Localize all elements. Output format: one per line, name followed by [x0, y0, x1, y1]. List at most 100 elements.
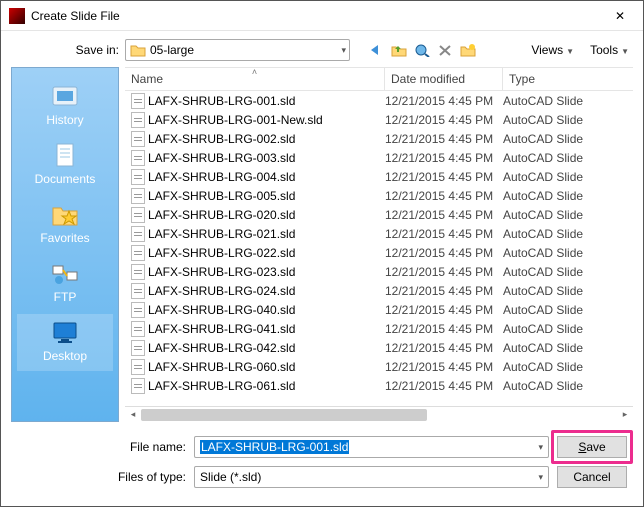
scroll-left-button[interactable]: ◂ — [125, 407, 141, 423]
file-row[interactable]: LAFX-SHRUB-LRG-060.sld12/21/2015 4:45 PM… — [125, 357, 633, 376]
places-history[interactable]: History — [17, 78, 112, 135]
filetype-label: Files of type: — [11, 470, 186, 484]
file-icon — [131, 321, 145, 337]
file-type: AutoCAD Slide — [503, 113, 633, 127]
file-icon — [131, 169, 145, 185]
file-row[interactable]: LAFX-SHRUB-LRG-042.sld12/21/2015 4:45 PM… — [125, 338, 633, 357]
toolbar-icons — [366, 40, 478, 60]
filetype-combo[interactable]: Slide (*.sld) ▾ — [194, 466, 549, 488]
views-menu[interactable]: Views▼ — [527, 41, 578, 59]
file-name: LAFX-SHRUB-LRG-001-New.sld — [148, 113, 323, 127]
file-row[interactable]: LAFX-SHRUB-LRG-002.sld 12/21/2015 4:45 PM… — [125, 129, 633, 148]
file-row[interactable]: LAFX-SHRUB-LRG-001-New.sld 12/21/2015 4:4… — [125, 110, 633, 129]
file-type: AutoCAD Slide — [503, 341, 633, 355]
save-button[interactable]: Save — [557, 436, 627, 458]
file-name: LAFX-SHRUB-LRG-023.sld — [148, 265, 295, 279]
top-row: Save in: 05-large ▾ Views▼ Tools▼ — [11, 37, 633, 67]
file-date: 12/21/2015 4:45 PM — [385, 189, 503, 203]
save-in-dropdown[interactable]: 05-large ▾ — [125, 39, 350, 61]
mid-row: History Documents Favorites FTP Desktop — [11, 67, 633, 422]
file-name: LAFX-SHRUB-LRG-060.sld — [148, 360, 295, 374]
file-row[interactable]: LAFX-SHRUB-LRG-023.sld12/21/2015 4:45 PM… — [125, 262, 633, 281]
new-folder-button[interactable] — [458, 40, 478, 60]
file-type: AutoCAD Slide — [503, 322, 633, 336]
file-name: LAFX-SHRUB-LRG-022.sld — [148, 246, 295, 260]
dialog-content: Save in: 05-large ▾ Views▼ Tools▼ — [1, 31, 643, 506]
sort-asc-icon: ˄ — [252, 67, 257, 77]
places-label: Documents — [35, 172, 96, 186]
scroll-thumb[interactable] — [141, 409, 427, 421]
file-icon — [131, 226, 145, 242]
file-name: LAFX-SHRUB-LRG-041.sld — [148, 322, 295, 336]
horizontal-scrollbar[interactable]: ◂ ▸ — [125, 406, 633, 422]
file-type: AutoCAD Slide — [503, 151, 633, 165]
file-date: 12/21/2015 4:45 PM — [385, 94, 503, 108]
file-type: AutoCAD Slide — [503, 132, 633, 146]
file-type: AutoCAD Slide — [503, 94, 633, 108]
places-favorites[interactable]: Favorites — [17, 196, 112, 253]
file-row[interactable]: LAFX-SHRUB-LRG-003.sld12/21/2015 4:45 PM… — [125, 148, 633, 167]
history-icon — [49, 82, 81, 110]
places-ftp[interactable]: FTP — [17, 255, 112, 312]
scroll-track[interactable] — [141, 407, 617, 423]
close-button[interactable]: ✕ — [597, 1, 643, 31]
file-date: 12/21/2015 4:45 PM — [385, 322, 503, 336]
file-row[interactable]: LAFX-SHRUB-LRG-040.sld12/21/2015 4:45 PM… — [125, 300, 633, 319]
file-icon — [131, 207, 145, 223]
file-list: ˄Name Date modified Type LAFX-SHRUB-LRG-… — [125, 67, 633, 422]
file-row[interactable]: LAFX-SHRUB-LRG-022.sld 12/21/2015 4:45 PM… — [125, 243, 633, 262]
file-name: LAFX-SHRUB-LRG-020.sld — [148, 208, 295, 222]
places-label: Desktop — [43, 349, 87, 363]
tools-menu[interactable]: Tools▼ — [586, 41, 633, 59]
file-row[interactable]: LAFX-SHRUB-LRG-005.sld 12/21/2015 4:45 PM… — [125, 186, 633, 205]
file-row[interactable]: LAFX-SHRUB-LRG-020.sld12/21/2015 4:45 PM… — [125, 205, 633, 224]
places-label: History — [46, 113, 83, 127]
file-date: 12/21/2015 4:45 PM — [385, 113, 503, 127]
file-date: 12/21/2015 4:45 PM — [385, 132, 503, 146]
titlebar[interactable]: Create Slide File ✕ — [1, 1, 643, 31]
file-name: LAFX-SHRUB-LRG-003.sld — [148, 151, 295, 165]
file-row[interactable]: LAFX-SHRUB-LRG-024.sld12/21/2015 4:45 PM… — [125, 281, 633, 300]
file-row[interactable]: LAFX-SHRUB-LRG-001.sld12/21/2015 4:45 PM… — [125, 91, 633, 110]
file-type: AutoCAD Slide — [503, 303, 633, 317]
cancel-button[interactable]: Cancel — [557, 466, 627, 488]
file-date: 12/21/2015 4:45 PM — [385, 246, 503, 260]
file-name: LAFX-SHRUB-LRG-024.sld — [148, 284, 295, 298]
file-row[interactable]: LAFX-SHRUB-LRG-021.sld12/21/2015 4:45 PM… — [125, 224, 633, 243]
places-desktop[interactable]: Desktop — [17, 314, 112, 371]
file-icon — [131, 283, 145, 299]
file-date: 12/21/2015 4:45 PM — [385, 227, 503, 241]
documents-icon — [49, 141, 81, 169]
file-icon — [131, 378, 145, 394]
file-row[interactable]: LAFX-SHRUB-LRG-041.sld 12/21/2015 4:45 PM… — [125, 319, 633, 338]
column-type[interactable]: Type — [503, 68, 633, 90]
file-icon — [131, 302, 145, 318]
chevron-down-icon: ▾ — [538, 472, 543, 483]
file-list-header: ˄Name Date modified Type — [125, 67, 633, 91]
search-web-button[interactable] — [412, 40, 432, 60]
file-name: LAFX-SHRUB-LRG-004.sld — [148, 170, 295, 184]
filename-combo[interactable]: LAFX-SHRUB-LRG-001.sld ▾ — [194, 436, 549, 458]
places-label: FTP — [54, 290, 77, 304]
scroll-right-button[interactable]: ▸ — [617, 407, 633, 423]
file-row[interactable]: LAFX-SHRUB-LRG-061.sld12/21/2015 4:45 PM… — [125, 376, 633, 395]
column-name[interactable]: ˄Name — [125, 68, 385, 90]
file-type: AutoCAD Slide — [503, 265, 633, 279]
file-name: LAFX-SHRUB-LRG-005.sld — [148, 189, 295, 203]
bottom-panel: File name: LAFX-SHRUB-LRG-001.sld ▾ Save… — [11, 422, 633, 496]
back-button[interactable] — [366, 40, 386, 60]
places-documents[interactable]: Documents — [17, 137, 112, 194]
up-folder-button[interactable] — [389, 40, 409, 60]
file-icon — [131, 150, 145, 166]
file-list-body[interactable]: LAFX-SHRUB-LRG-001.sld12/21/2015 4:45 PM… — [125, 91, 633, 406]
file-name: LAFX-SHRUB-LRG-040.sld — [148, 303, 295, 317]
file-name: LAFX-SHRUB-LRG-002.sld — [148, 132, 295, 146]
filetype-row: Files of type: Slide (*.sld) ▾ Cancel — [11, 466, 627, 488]
save-in-label: Save in: — [11, 43, 119, 57]
column-date[interactable]: Date modified — [385, 68, 503, 90]
filename-label: File name: — [11, 440, 186, 454]
file-row[interactable]: LAFX-SHRUB-LRG-004.sld12/21/2015 4:45 PM… — [125, 167, 633, 186]
file-name: LAFX-SHRUB-LRG-042.sld — [148, 341, 295, 355]
favorites-icon — [49, 200, 81, 228]
delete-button[interactable] — [435, 40, 455, 60]
